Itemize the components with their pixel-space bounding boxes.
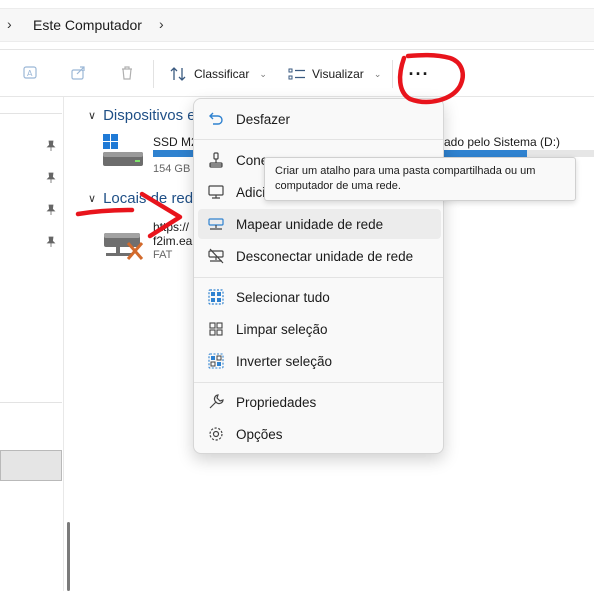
menu-item-properties[interactable]: Propriedades: [198, 387, 441, 417]
menu-item-select-all[interactable]: Selecionar tudo: [198, 282, 441, 312]
pin-icon[interactable]: [46, 172, 56, 184]
chevron-right-icon: ›: [7, 16, 12, 32]
chevron-down-icon: ⌄: [259, 68, 267, 79]
drive-usage-bar: [153, 150, 195, 157]
group-devices-label: Dispositivos e: [103, 107, 196, 124]
pin-icon[interactable]: [46, 236, 56, 248]
drive-usage-bar-right: [444, 150, 594, 157]
wrench-icon: [206, 392, 226, 412]
menu-item-clear-selection[interactable]: Limpar seleção: [198, 314, 441, 344]
network-location-subname[interactable]: f2im.ea: [153, 234, 192, 248]
group-network-label: Locais de rede: [103, 190, 202, 207]
network-location-name[interactable]: https://: [153, 220, 189, 234]
nav-divider: [0, 113, 62, 114]
view-list-icon: [288, 68, 305, 80]
menu-item-label: Selecionar tudo: [236, 289, 330, 305]
view-button[interactable]: Visualizar ⌄: [288, 64, 381, 84]
menu-item-invert-selection[interactable]: Inverter seleção: [198, 346, 441, 376]
sort-icon: [170, 67, 186, 81]
group-devices[interactable]: ∨ Dispositivos e: [88, 107, 196, 124]
address-bar: › Este Computador ›: [0, 0, 594, 50]
view-label: Visualizar: [312, 67, 364, 81]
nav-selected-item[interactable]: [0, 450, 62, 481]
map-drive-icon: [206, 150, 226, 170]
disconnect-drive-icon: [206, 246, 226, 266]
svg-text:A: A: [27, 69, 33, 78]
network-location-fs: FAT: [153, 249, 173, 261]
toolbar-divider: [153, 60, 154, 88]
more-options-menu: Desfazer Conec Adicio Mapear unidade de …: [193, 98, 444, 454]
sort-button[interactable]: Classificar ⌄: [170, 64, 267, 84]
toolbar-divider: [392, 60, 393, 88]
menu-item-label: Inverter seleção: [236, 353, 333, 369]
menu-item-label: Desconectar unidade de rede: [236, 248, 414, 264]
pin-icon[interactable]: [46, 140, 56, 152]
chevron-down-icon: ∨: [88, 110, 97, 122]
menu-item-label: Desfazer: [236, 111, 291, 127]
group-network[interactable]: ∨ Locais de rede: [88, 190, 201, 207]
select-all-icon: [206, 287, 226, 307]
drive-name[interactable]: SSD M2: [153, 135, 198, 149]
menu-divider: [194, 139, 443, 140]
menu-item-label: Mapear unidade de rede: [236, 216, 384, 232]
navigation-pane: [0, 97, 70, 591]
clear-selection-icon: [206, 319, 226, 339]
drive-name-right[interactable]: ado pelo Sistema (D:): [444, 135, 560, 149]
menu-divider: [194, 382, 443, 383]
pin-icon[interactable]: [46, 204, 56, 216]
toolbar: A Classificar ⌄ Visualizar ⌄ ···: [0, 50, 594, 97]
menu-item-label: Propriedades: [236, 394, 317, 410]
invert-selection-icon: [206, 351, 226, 371]
undo-icon: [206, 109, 226, 129]
chevron-down-icon: ∨: [88, 193, 97, 205]
menu-item-options[interactable]: Opções: [198, 419, 441, 449]
chevron-right-icon[interactable]: ›: [159, 16, 164, 32]
delete-icon[interactable]: [118, 64, 136, 82]
menu-item-undo[interactable]: Desfazer: [198, 104, 441, 134]
network-drive-icon: [206, 214, 226, 234]
menu-item-disconnect-network-drive[interactable]: Desconectar unidade de rede: [198, 241, 441, 271]
chevron-down-icon: ⌄: [373, 68, 382, 79]
breadcrumb-this-pc[interactable]: Este Computador: [33, 17, 142, 33]
drive-size: 154 GB: [153, 163, 191, 175]
gear-icon: [206, 424, 226, 444]
sort-label: Classificar: [194, 67, 250, 81]
more-options-button[interactable]: ···: [404, 63, 434, 85]
share-icon[interactable]: [70, 64, 88, 82]
tooltip: Criar um atalho para uma pasta compartil…: [264, 157, 576, 201]
windows-drive-icon[interactable]: [101, 132, 145, 170]
nav-divider: [0, 402, 62, 403]
rename-icon[interactable]: A: [22, 64, 40, 82]
menu-item-label: Opções: [236, 426, 283, 442]
add-network-icon: [206, 182, 226, 202]
menu-item-map-network-drive[interactable]: Mapear unidade de rede: [198, 209, 441, 239]
menu-divider: [194, 277, 443, 278]
disconnected-network-drive-icon[interactable]: [102, 227, 146, 263]
menu-item-label: Limpar seleção: [236, 321, 328, 337]
